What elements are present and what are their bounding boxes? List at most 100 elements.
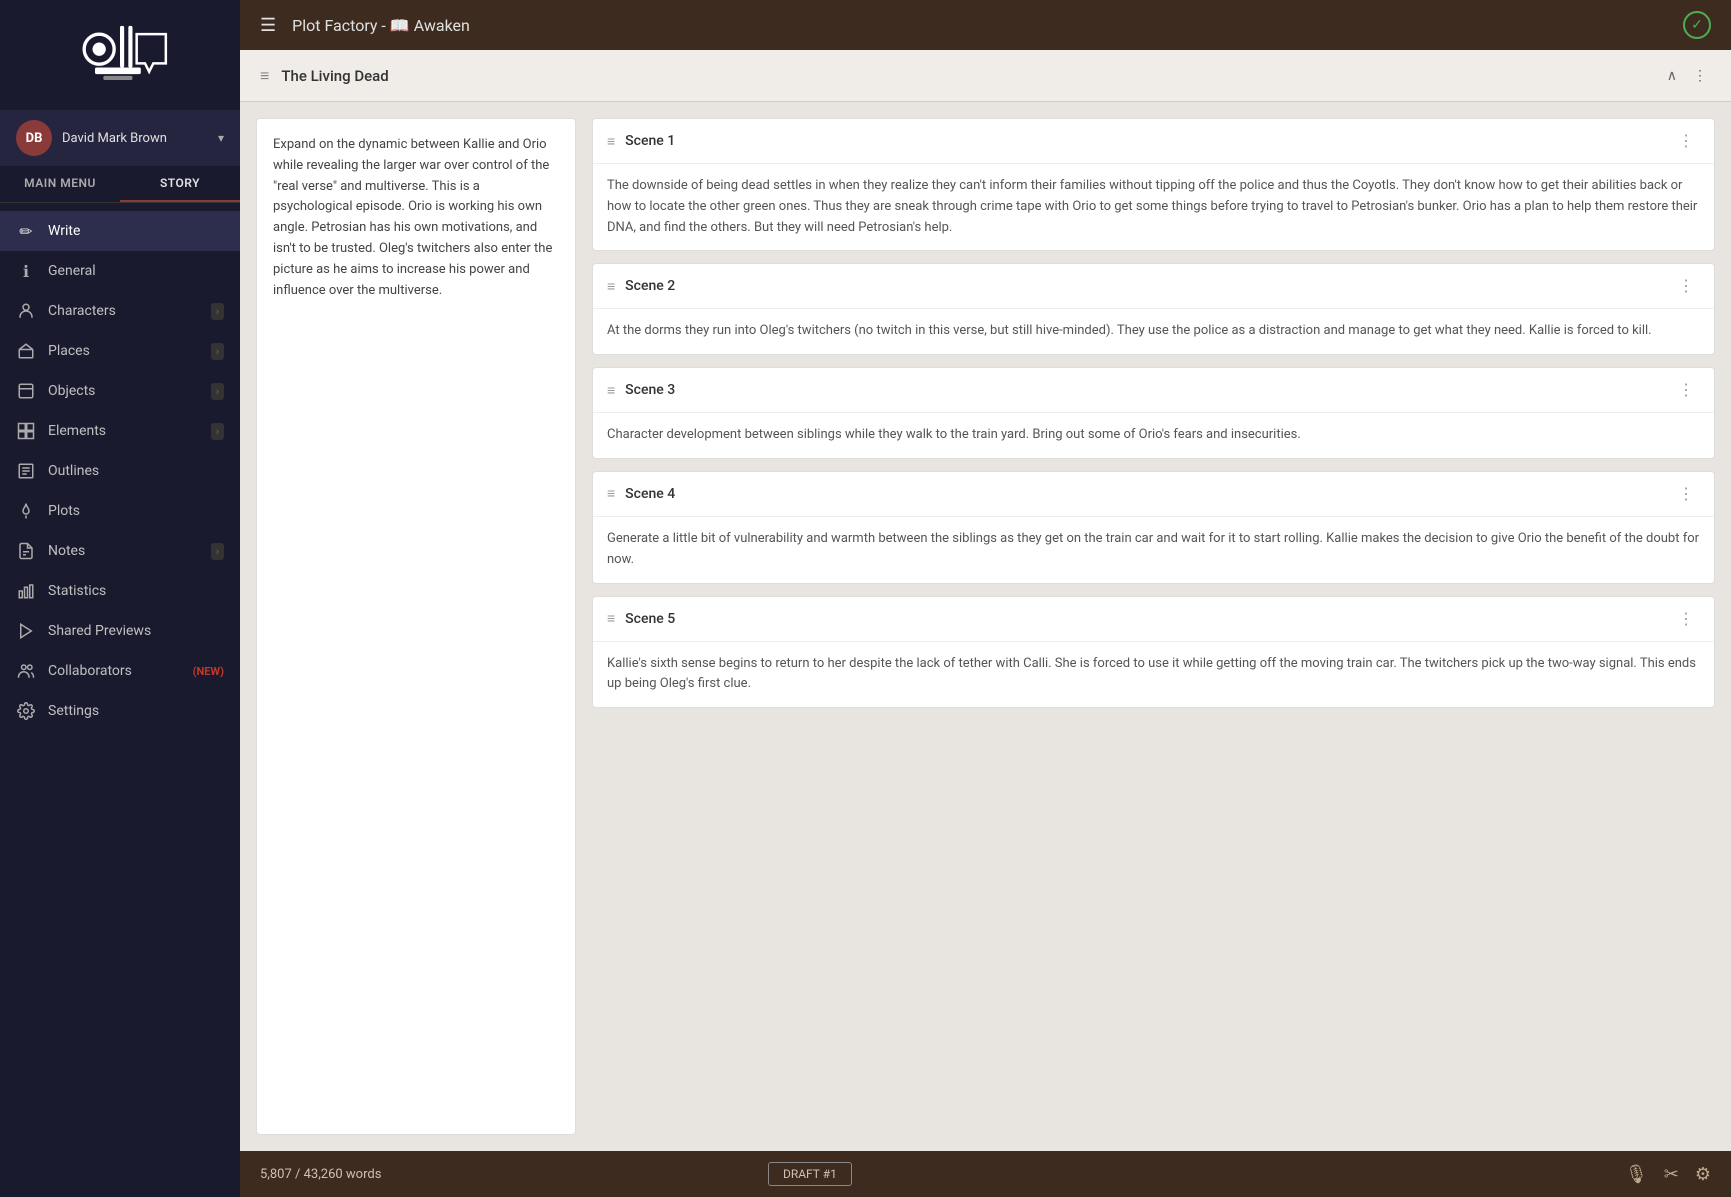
scene-card: ≡ Scene 5 ⋮ Kallie's sixth sense begins …: [592, 596, 1715, 709]
tools-icon[interactable]: ✂: [1664, 1164, 1679, 1185]
scene-header: ≡ Scene 4 ⋮: [593, 472, 1714, 517]
scenes-panel: ≡ Scene 1 ⋮ The downside of being dead s…: [592, 118, 1715, 1135]
scene-card: ≡ Scene 2 ⋮ At the dorms they run into O…: [592, 263, 1715, 355]
scene-body: The downside of being dead settles in wh…: [593, 164, 1714, 250]
bottom-icons: 🎙 ✂ ⚙: [1625, 1164, 1711, 1185]
user-name: David Mark Brown: [62, 131, 208, 146]
write-icon: ✏: [16, 221, 36, 241]
plots-icon: [16, 501, 36, 521]
scene-drag-handle-icon: ≡: [607, 610, 615, 627]
scene-header: ≡ Scene 2 ⋮: [593, 264, 1714, 309]
collaborators-icon: [16, 661, 36, 681]
sidebar-item-label: Places: [48, 343, 199, 359]
sidebar-item-label: Characters: [48, 303, 199, 319]
synopsis-panel: Expand on the dynamic between Kallie and…: [256, 118, 576, 1135]
scene-menu-button[interactable]: ⋮: [1672, 607, 1700, 631]
user-area[interactable]: DB David Mark Brown ▾: [0, 110, 240, 166]
sidebar-item-plots[interactable]: Plots: [0, 491, 240, 531]
scene-menu-button[interactable]: ⋮: [1672, 482, 1700, 506]
scene-drag-handle-icon: ≡: [607, 485, 615, 502]
scene-menu-button[interactable]: ⋮: [1672, 274, 1700, 298]
sidebar-item-shared-previews[interactable]: Shared Previews: [0, 611, 240, 651]
chevron-right-icon: ›: [211, 343, 224, 360]
scene-body: Kallie's sixth sense begins to return to…: [593, 642, 1714, 708]
sidebar-item-collaborators[interactable]: Collaborators (NEW): [0, 651, 240, 691]
tab-story[interactable]: STORY: [120, 166, 240, 202]
word-count: 5,807 / 43,260 words: [260, 1167, 381, 1182]
tab-main-menu[interactable]: MAIN MENU: [0, 166, 120, 202]
chevron-right-icon: ›: [211, 543, 224, 560]
logo-area: [0, 0, 240, 110]
chevron-right-icon: ›: [211, 423, 224, 440]
microphone-icon[interactable]: 🎙: [1625, 1164, 1648, 1185]
drag-handle-icon: ≡: [260, 66, 269, 86]
sidebar-item-label: Outlines: [48, 463, 224, 479]
episode-collapse-button[interactable]: ∧: [1663, 63, 1681, 88]
sidebar-item-label: Objects: [48, 383, 199, 399]
scene-menu-button[interactable]: ⋮: [1672, 378, 1700, 402]
sidebar-item-characters[interactable]: Characters ›: [0, 291, 240, 331]
sidebar-item-elements[interactable]: Elements ›: [0, 411, 240, 451]
sidebar-item-places[interactable]: Places ›: [0, 331, 240, 371]
scene-drag-handle-icon: ≡: [607, 278, 615, 295]
sidebar-item-label: Elements: [48, 423, 199, 439]
scene-drag-handle-icon: ≡: [607, 133, 615, 150]
episode-menu-button[interactable]: ⋮: [1689, 63, 1711, 88]
sidebar-item-notes[interactable]: Notes ›: [0, 531, 240, 571]
scene-header: ≡ Scene 3 ⋮: [593, 368, 1714, 413]
sidebar-navigation: ✏ Write ℹ General Characters › Places ›: [0, 203, 240, 1197]
notes-icon: [16, 541, 36, 561]
scene-card: ≡ Scene 1 ⋮ The downside of being dead s…: [592, 118, 1715, 251]
sidebar-item-statistics[interactable]: Statistics: [0, 571, 240, 611]
scene-body: Character development between siblings w…: [593, 413, 1714, 458]
scene-card: ≡ Scene 3 ⋮ Character development betwee…: [592, 367, 1715, 459]
sidebar-item-label: Shared Previews: [48, 623, 224, 639]
scene-text: At the dorms they run into Oleg's twitch…: [607, 321, 1700, 342]
scene-header: ≡ Scene 1 ⋮: [593, 119, 1714, 164]
chevron-right-icon: ›: [211, 383, 224, 400]
sidebar-item-write[interactable]: ✏ Write: [0, 211, 240, 251]
sidebar-item-label: Settings: [48, 703, 224, 719]
episode-title: The Living Dead: [281, 67, 1650, 85]
sidebar: DB David Mark Brown ▾ MAIN MENU STORY ✏ …: [0, 0, 240, 1197]
scene-text: Kallie's sixth sense begins to return to…: [607, 654, 1700, 696]
scene-text: Character development between siblings w…: [607, 425, 1700, 446]
nav-tabs: MAIN MENU STORY: [0, 166, 240, 203]
sync-check-icon: ✓: [1683, 11, 1711, 39]
scene-title: Scene 1: [625, 133, 1662, 149]
scene-title: Scene 3: [625, 382, 1662, 398]
hamburger-icon[interactable]: ☰: [260, 15, 276, 36]
sidebar-item-label: Plots: [48, 503, 224, 519]
scene-body: At the dorms they run into Oleg's twitch…: [593, 309, 1714, 354]
sidebar-item-label: Write: [48, 223, 224, 239]
statistics-icon: [16, 581, 36, 601]
bottombar: 5,807 / 43,260 words DRAFT #1 🎙 ✂ ⚙: [240, 1151, 1731, 1197]
sidebar-item-general[interactable]: ℹ General: [0, 251, 240, 291]
user-chevron-icon: ▾: [218, 131, 224, 145]
sidebar-item-outlines[interactable]: Outlines: [0, 451, 240, 491]
sidebar-item-settings[interactable]: Settings: [0, 691, 240, 731]
sidebar-item-label: Collaborators: [48, 663, 177, 679]
draft-badge[interactable]: DRAFT #1: [768, 1162, 852, 1186]
episode-header: ≡ The Living Dead ∧ ⋮: [240, 50, 1731, 102]
shared-previews-icon: [16, 621, 36, 641]
topbar: ☰ Plot Factory - 📖 Awaken ✓: [240, 0, 1731, 50]
places-icon: [16, 341, 36, 361]
characters-icon: [16, 301, 36, 321]
app-logo: [70, 15, 170, 95]
scene-text: Generate a little bit of vulnerability a…: [607, 529, 1700, 571]
scene-header: ≡ Scene 5 ⋮: [593, 597, 1714, 642]
scene-title: Scene 2: [625, 278, 1662, 294]
scene-menu-button[interactable]: ⋮: [1672, 129, 1700, 153]
settings-icon: [16, 701, 36, 721]
sidebar-item-label: Notes: [48, 543, 199, 559]
elements-icon: [16, 421, 36, 441]
synopsis-text: Expand on the dynamic between Kallie and…: [273, 135, 559, 301]
scene-title: Scene 5: [625, 611, 1662, 627]
bottombar-settings-icon[interactable]: ⚙: [1695, 1164, 1711, 1185]
episode-controls: ∧ ⋮: [1663, 63, 1711, 88]
objects-icon: [16, 381, 36, 401]
scene-text: The downside of being dead settles in wh…: [607, 176, 1700, 238]
sidebar-item-objects[interactable]: Objects ›: [0, 371, 240, 411]
app-title: Plot Factory - 📖 Awaken: [292, 16, 470, 35]
